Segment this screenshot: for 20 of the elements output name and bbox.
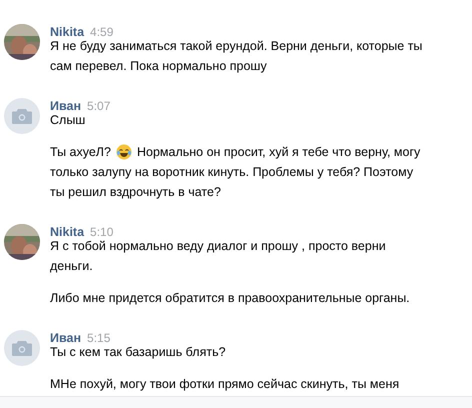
message-time: 5:07 (87, 98, 110, 114)
message-text: Либо мне придется обратится в правоохранительные органы. (50, 290, 410, 307)
message-time: 4:59 (90, 24, 114, 40)
message-text: Слыш (50, 112, 86, 129)
author-name[interactable]: Иван (50, 98, 82, 114)
message-text: Я не буду заниматься такой ерундой. Верни деньги, которые ты сам перевел. Пока нормально прошу (50, 38, 423, 75)
camera-icon (12, 340, 32, 356)
message-text: Я с тобой нормально веду диалог и прошу , просто верни деньги. (50, 238, 387, 275)
message-text: Ты с кем так базаришь блять? (50, 344, 226, 361)
message-text: Ты ахуеЛ? (50, 144, 111, 161)
message-text: МНе похуй, могу твои фотки прямо сейчас скинуть, ты меня (50, 376, 400, 393)
camera-icon (12, 108, 32, 124)
message-text: только залупу на воротник кинуть. Проблемы у тебя? Поэтому ты решил вздрочнуть в чате? (50, 164, 414, 201)
author-name[interactable]: Иван (50, 330, 82, 346)
message-text: Нормально он просит, хуй я тебе что верну, могу (136, 144, 420, 161)
author-name[interactable]: Nikita (50, 24, 84, 40)
message-time: 5:15 (87, 330, 110, 346)
message-time: 5:10 (90, 224, 114, 240)
laughing-face-icon (116, 144, 132, 160)
author-name[interactable]: Nikita (50, 224, 84, 240)
